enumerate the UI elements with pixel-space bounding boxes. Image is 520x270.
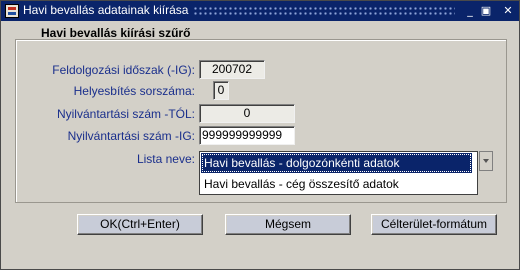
window-title: Havi bevallás adatainak kiírása xyxy=(23,3,189,17)
cancel-button[interactable]: Mégsem xyxy=(225,214,351,235)
list-name-dropdown[interactable]: Havi bevallás - dolgozónkénti adatok Hav… xyxy=(199,151,478,195)
reg-from-field[interactable]: 0 xyxy=(199,104,295,123)
correction-field[interactable]: 0 xyxy=(213,81,229,100)
title-bar[interactable]: Havi bevallás adatainak kiírása _ ▣ ✕ xyxy=(1,1,519,21)
ok-button[interactable]: OK(Ctrl+Enter) xyxy=(77,214,203,235)
app-icon[interactable] xyxy=(5,4,19,18)
period-label: Feldolgozási időszak (-IG): xyxy=(52,63,195,77)
list-option[interactable]: Havi bevallás - cég összesítő adatok xyxy=(201,174,472,194)
cancel-button-label: Mégsem xyxy=(227,216,349,233)
list-option-selected[interactable]: Havi bevallás - dolgozónkénti adatok xyxy=(201,153,472,173)
dropdown-arrow-icon[interactable] xyxy=(479,151,493,171)
titlebar-pattern xyxy=(193,6,455,16)
target-format-button[interactable]: Célterület-formátum xyxy=(371,214,497,235)
target-format-button-label: Célterület-formátum xyxy=(373,216,495,233)
close-icon[interactable]: ✕ xyxy=(501,4,515,18)
minimize-icon[interactable]: _ xyxy=(463,4,477,18)
reg-to-label: Nyilvántartási szám -IG: xyxy=(67,129,195,143)
maximize-icon[interactable]: ▣ xyxy=(479,4,493,18)
dialog-window: Havi bevallás adatainak kiírása _ ▣ ✕ Ha… xyxy=(0,0,520,270)
reg-from-label: Nyilvántartási szám -TÓL: xyxy=(56,107,195,121)
ok-button-label: OK(Ctrl+Enter) xyxy=(79,216,201,233)
period-field[interactable]: 200702 xyxy=(199,60,265,79)
reg-to-field[interactable]: 999999999999 xyxy=(199,126,295,145)
list-label: Lista neve: xyxy=(136,152,195,166)
correction-label: Helyesbítés sorszáma: xyxy=(73,84,195,98)
filter-group-title: Havi bevallás kiírási szűrő xyxy=(41,26,191,40)
